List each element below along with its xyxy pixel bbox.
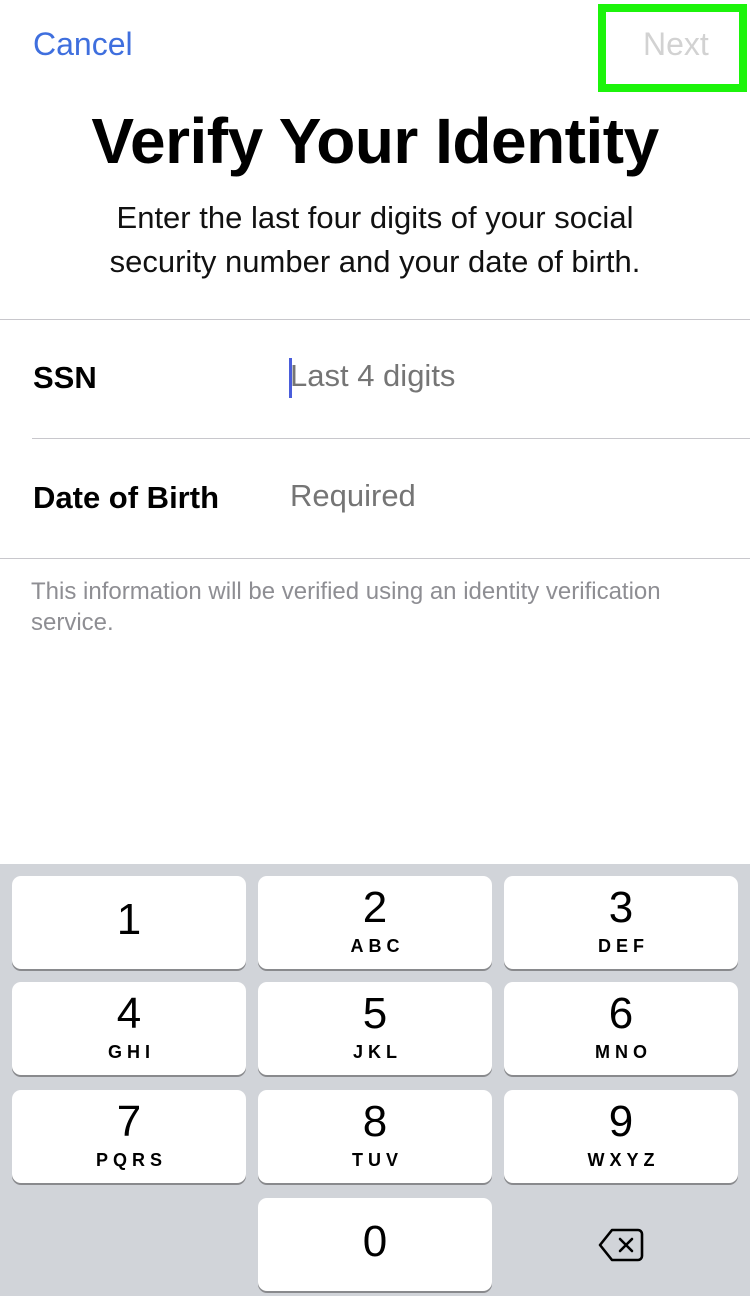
key-8[interactable]: 8 TUV [258,1090,492,1183]
key-4[interactable]: 4 GHI [12,982,246,1075]
subtitle-line-1: Enter the last four digits of your socia… [116,200,634,235]
key-digit: 0 [362,1217,388,1266]
delete-key[interactable] [504,1198,738,1291]
key-7[interactable]: 7 PQRS [12,1090,246,1183]
key-2[interactable]: 2 ABC [258,876,492,969]
backspace-icon [598,1228,644,1261]
key-digit: 8 [362,1097,388,1146]
verification-footnote: This information will be verified using … [31,578,661,636]
key-0[interactable]: 0 [258,1198,492,1291]
divider-bottom [0,558,750,559]
key-3[interactable]: 3 DEF [504,876,738,969]
cancel-button[interactable]: Cancel [33,26,133,63]
key-digit: 4 [116,989,142,1038]
key-9[interactable]: 9 WXYZ [504,1090,738,1183]
subtitle-line-2: security number and your date of birth. [109,244,641,279]
key-1[interactable]: 1 [12,876,246,969]
page-title: Verify Your Identity [91,105,659,177]
key-letters: TUV [352,1150,403,1170]
key-digit: 6 [608,989,634,1038]
divider-top [0,319,750,320]
key-5[interactable]: 5 JKL [258,982,492,1075]
dob-label: Date of Birth [33,480,219,515]
key-letters: DEF [598,936,649,956]
key-letters: GHI [107,1042,155,1062]
ssn-label: SSN [33,360,97,395]
page-subtitle: Enter the last four digits of your socia… [0,196,750,284]
divider-middle [32,438,750,439]
ssn-input[interactable] [290,358,730,394]
key-digit: 9 [608,1097,634,1146]
key-letters: WXYZ [587,1150,660,1170]
key-letters: JKL [352,1042,402,1062]
key-letters: MNO [595,1042,652,1062]
key-digit: 5 [362,989,388,1038]
verify-identity-screen: Cancel Next Verify Your Identity Enter t… [0,0,750,1296]
key-digit: 3 [608,883,634,932]
next-button[interactable]: Next [643,26,709,63]
dob-input[interactable] [290,478,730,514]
key-6[interactable]: 6 MNO [504,982,738,1075]
key-letters: PQRS [95,1150,167,1170]
key-digit: 7 [116,1097,142,1146]
key-digit: 1 [116,895,142,944]
key-digit: 2 [362,883,388,932]
key-letters: ABC [350,936,405,956]
numeric-keypad: 1 2 ABC 3 DEF 4 GHI 5 JKL 6 MNO 7 PQRS 8… [0,864,750,1296]
